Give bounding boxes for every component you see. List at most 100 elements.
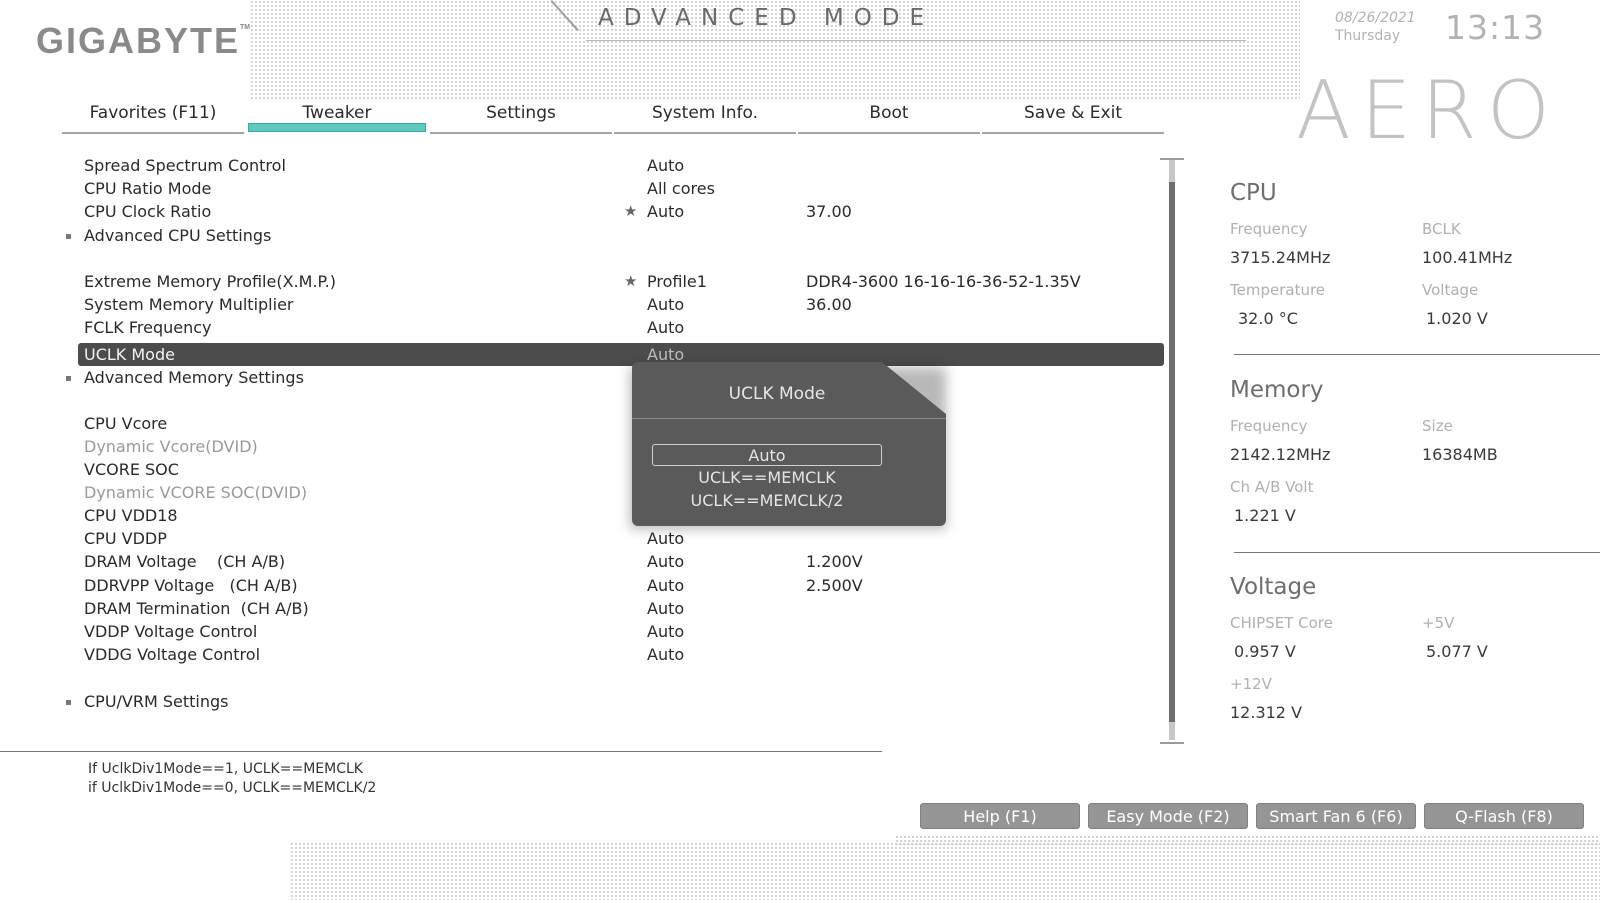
setting-row-cpu-vddp[interactable]: CPU VDDP Auto bbox=[78, 527, 1164, 550]
setting-label: CPU Ratio Mode bbox=[84, 179, 212, 198]
submenu-advanced-memory-settings[interactable]: Advanced Memory Settings bbox=[66, 366, 1164, 389]
help-line-1: If UclkDiv1Mode==1, UCLK==MEMCLK bbox=[88, 761, 363, 777]
setting-value: Auto bbox=[647, 576, 685, 595]
submenu-cpu-vrm-settings[interactable]: CPU/VRM Settings bbox=[66, 690, 1164, 713]
memory-volt-label: Ch A/B Volt bbox=[1230, 478, 1314, 496]
setting-row-dynamic-vcore: Dynamic Vcore(DVID) bbox=[78, 435, 1164, 458]
footer-dot-texture bbox=[290, 842, 1600, 900]
setting-label: VDDG Voltage Control bbox=[84, 645, 261, 664]
setting-current-value: DDR4-3600 16-16-16-36-52-1.35V bbox=[806, 272, 1081, 291]
help-description: If UclkDiv1Mode==1, UCLK==MEMCLK if Uclk… bbox=[88, 760, 376, 798]
setting-value: Profile1 bbox=[647, 272, 707, 291]
date-display: 08/26/2021 bbox=[1335, 10, 1416, 26]
submenu-label: Advanced Memory Settings bbox=[84, 368, 304, 387]
setting-row-cpu-vdd18[interactable]: CPU VDD18 bbox=[78, 504, 1164, 527]
setting-value: Auto bbox=[647, 318, 685, 337]
setting-current-value: 36.00 bbox=[806, 295, 852, 314]
help-button[interactable]: Help (F1) bbox=[920, 803, 1080, 829]
tab-tweaker[interactable]: Tweaker bbox=[246, 98, 428, 132]
tab-save-exit[interactable]: Save & Exit bbox=[982, 98, 1164, 134]
setting-label: Extreme Memory Profile(X.M.P.) bbox=[84, 272, 337, 291]
favorite-star-icon[interactable]: ★ bbox=[624, 200, 637, 223]
popup-option-uclk-memclk[interactable]: UCLK==MEMCLK bbox=[652, 467, 882, 489]
setting-row-vddp-voltage-control[interactable]: VDDP Voltage Control Auto bbox=[78, 620, 1164, 643]
cpu-voltage-value: 1.020 V bbox=[1426, 309, 1488, 328]
setting-value: All cores bbox=[647, 179, 715, 198]
cpu-temperature-label: Temperature bbox=[1230, 281, 1326, 299]
setting-row-dram-voltage[interactable]: DRAM Voltage (CH A/B) Auto 1.200V bbox=[78, 550, 1164, 573]
setting-label: CPU Clock Ratio bbox=[84, 202, 212, 221]
setting-row-dram-termination[interactable]: DRAM Termination (CH A/B) Auto bbox=[78, 597, 1164, 620]
setting-label: DDRVPP Voltage (CH A/B) bbox=[84, 576, 298, 595]
tab-boot[interactable]: Boot bbox=[798, 98, 980, 134]
memory-info-title: Memory bbox=[1230, 377, 1324, 403]
main-tabs: Favorites (F11) Tweaker Settings System … bbox=[62, 98, 1170, 134]
setting-value: Auto bbox=[647, 645, 685, 664]
setting-value: Auto bbox=[647, 599, 685, 618]
setting-row-cpu-clock-ratio[interactable]: CPU Clock Ratio ★ Auto 37.00 bbox=[78, 200, 1164, 223]
setting-value: Auto bbox=[647, 552, 685, 571]
memory-frequency-value: 2142.12MHz bbox=[1230, 445, 1331, 464]
setting-row-cpu-ratio-mode[interactable]: CPU Ratio Mode All cores bbox=[78, 177, 1164, 200]
submenu-advanced-cpu-settings[interactable]: Advanced CPU Settings bbox=[66, 224, 1164, 247]
gigabyte-logo: GIGABYTETM bbox=[36, 20, 250, 62]
setting-value: Auto bbox=[647, 622, 685, 641]
mode-title: ADVANCED MODE bbox=[598, 5, 935, 31]
setting-label: CPU VDDP bbox=[84, 529, 167, 548]
setting-label: FCLK Frequency bbox=[84, 318, 212, 337]
setting-label: Spread Spectrum Control bbox=[84, 156, 286, 175]
setting-row-xmp[interactable]: Extreme Memory Profile(X.M.P.) ★ Profile… bbox=[78, 270, 1164, 293]
tab-settings[interactable]: Settings bbox=[430, 98, 612, 134]
submenu-label: CPU/VRM Settings bbox=[84, 692, 229, 711]
setting-value: Auto bbox=[647, 156, 685, 175]
help-line-2: if UclkDiv1Mode==0, UCLK==MEMCLK/2 bbox=[88, 780, 377, 796]
cpu-frequency-label: Frequency bbox=[1230, 220, 1308, 238]
tab-favorites[interactable]: Favorites (F11) bbox=[62, 98, 244, 134]
setting-label: CPU VDD18 bbox=[84, 506, 178, 525]
chipset-core-label: CHIPSET Core bbox=[1230, 614, 1333, 632]
setting-row-fclk-frequency[interactable]: FCLK Frequency Auto bbox=[78, 316, 1164, 339]
setting-row-ddrvpp-voltage[interactable]: DDRVPP Voltage (CH A/B) Auto 2.500V bbox=[78, 574, 1164, 597]
scrollbar-thumb[interactable] bbox=[1169, 182, 1175, 722]
setting-row-vddg-voltage-control[interactable]: VDDG Voltage Control Auto bbox=[78, 643, 1164, 666]
setting-row-dynamic-vcore-soc: Dynamic VCORE SOC(DVID) bbox=[78, 481, 1164, 504]
memory-volt-value: 1.221 V bbox=[1234, 506, 1296, 525]
setting-row-memory-multiplier[interactable]: System Memory Multiplier Auto 36.00 bbox=[78, 293, 1164, 316]
submenu-bullet-icon bbox=[66, 234, 71, 239]
cpu-info-title: CPU bbox=[1230, 180, 1277, 206]
setting-row-cpu-vcore[interactable]: CPU Vcore bbox=[78, 412, 1164, 435]
memory-size-value: 16384MB bbox=[1422, 445, 1498, 464]
aero-model-logo: AERO bbox=[1296, 64, 1560, 157]
popup-option-auto[interactable]: Auto bbox=[652, 444, 882, 466]
header-underline bbox=[586, 40, 1246, 41]
setting-label: DRAM Voltage (CH A/B) bbox=[84, 552, 286, 571]
setting-row-uclk-mode[interactable]: UCLK Mode Auto bbox=[78, 343, 1164, 366]
setting-value: Auto bbox=[647, 202, 685, 221]
footer-dot-texture-right bbox=[895, 835, 1600, 845]
setting-current-value: 2.500V bbox=[806, 576, 863, 595]
tab-system-info[interactable]: System Info. bbox=[614, 98, 796, 134]
setting-value: Auto bbox=[647, 529, 685, 548]
q-flash-button[interactable]: Q-Flash (F8) bbox=[1424, 803, 1584, 829]
cpu-bclk-value: 100.41MHz bbox=[1422, 248, 1513, 267]
favorite-star-icon[interactable]: ★ bbox=[624, 270, 637, 293]
setting-label: Dynamic Vcore(DVID) bbox=[84, 437, 258, 456]
popup-option-uclk-memclk-half[interactable]: UCLK==MEMCLK/2 bbox=[652, 490, 882, 512]
setting-label: UCLK Mode bbox=[84, 345, 175, 364]
setting-row-vcore-soc[interactable]: VCORE SOC bbox=[78, 458, 1164, 481]
setting-current-value: 1.200V bbox=[806, 552, 863, 571]
setting-label: Dynamic VCORE SOC(DVID) bbox=[84, 483, 308, 502]
weekday-display: Thursday bbox=[1335, 28, 1401, 44]
scrollbar-bottom-cap bbox=[1160, 742, 1184, 744]
setting-row-spread-spectrum[interactable]: Spread Spectrum Control Auto bbox=[78, 154, 1164, 177]
setting-label: VDDP Voltage Control bbox=[84, 622, 258, 641]
smart-fan-button[interactable]: Smart Fan 6 (F6) bbox=[1256, 803, 1416, 829]
submenu-bullet-icon bbox=[66, 700, 71, 705]
cpu-temperature-value: 32.0 °C bbox=[1238, 309, 1298, 328]
voltage-info-title: Voltage bbox=[1230, 574, 1317, 600]
easy-mode-button[interactable]: Easy Mode (F2) bbox=[1088, 803, 1248, 829]
plus12v-label: +12V bbox=[1230, 675, 1272, 693]
help-divider bbox=[0, 751, 882, 752]
setting-current-value: 37.00 bbox=[806, 202, 852, 221]
info-divider bbox=[1234, 354, 1600, 355]
